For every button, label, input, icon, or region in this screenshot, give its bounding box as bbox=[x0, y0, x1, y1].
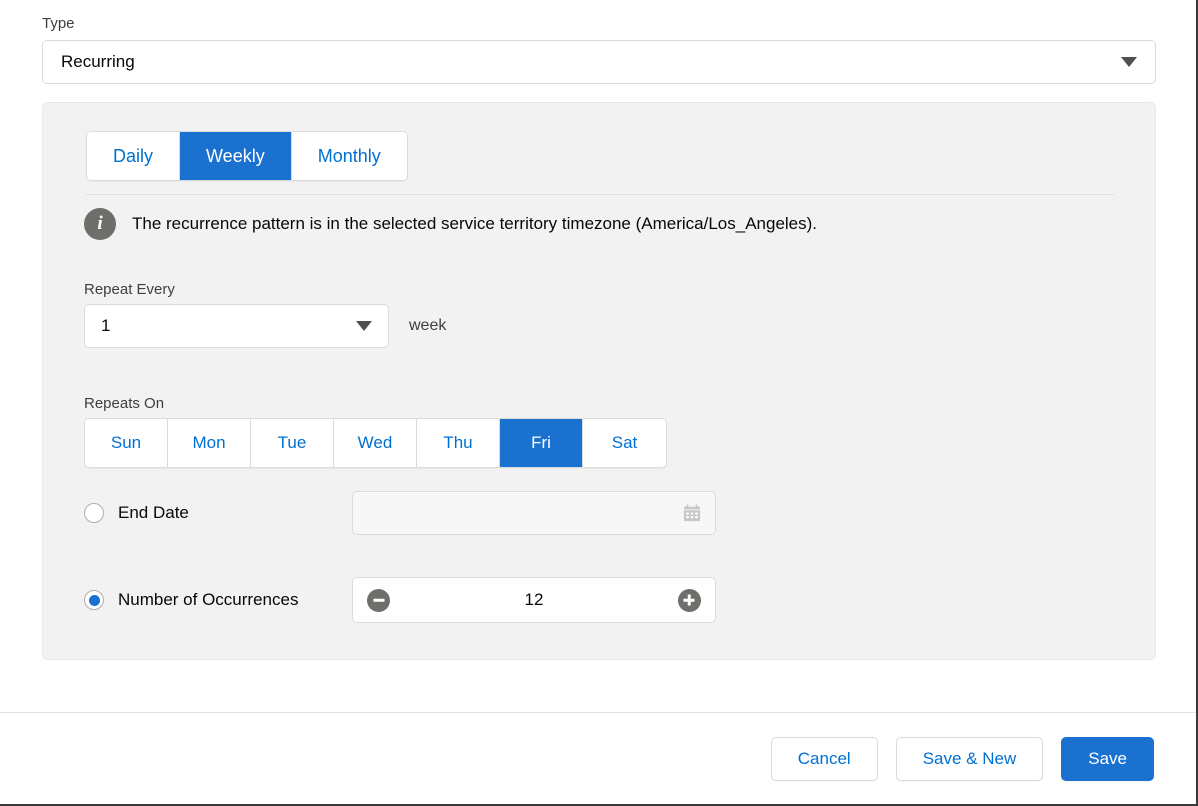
weekday-tue[interactable]: Tue bbox=[251, 419, 334, 467]
weekday-fri-label: Fri bbox=[531, 433, 551, 452]
save-and-new-button-label: Save & New bbox=[922, 748, 1017, 768]
calendar-icon bbox=[683, 504, 701, 522]
weekday-mon-label: Mon bbox=[192, 433, 226, 452]
info-icon: i bbox=[84, 208, 116, 240]
panel-divider bbox=[86, 194, 1114, 195]
repeats-on-label: Repeats On bbox=[84, 395, 165, 412]
weekday-sun-label: Sun bbox=[110, 433, 142, 452]
weekday-wed[interactable]: Wed bbox=[334, 419, 417, 467]
end-date-radio[interactable] bbox=[84, 503, 104, 523]
tab-monthly-label: Monthly bbox=[317, 145, 381, 166]
footer-actions: Cancel Save & New Save bbox=[0, 713, 1196, 804]
save-button-label: Save bbox=[1088, 748, 1127, 768]
type-label: Type bbox=[42, 15, 75, 32]
end-date-input[interactable] bbox=[352, 491, 716, 535]
occurrences-value: 12 bbox=[524, 590, 544, 609]
weekday-mon[interactable]: Mon bbox=[168, 419, 251, 467]
end-date-row: End Date bbox=[84, 491, 1114, 535]
tab-daily-label: Daily bbox=[113, 145, 154, 166]
weekday-tue-label: Tue bbox=[277, 433, 307, 452]
tab-daily[interactable]: Daily bbox=[87, 132, 181, 180]
weekday-thu[interactable]: Thu bbox=[417, 419, 500, 467]
repeat-every-group: Repeat Every 1 week bbox=[84, 281, 446, 348]
recurrence-settings-screen: Type Recurring Daily Weekly Monthly i Th… bbox=[0, 0, 1198, 806]
weekday-sat-label: Sat bbox=[611, 433, 638, 452]
weekday-toggle-group: Sun Mon Tue Wed Thu Fri Sat bbox=[84, 418, 667, 468]
save-and-new-button[interactable]: Save & New bbox=[895, 736, 1044, 781]
recurrence-panel: Daily Weekly Monthly i The recurrence pa… bbox=[42, 102, 1156, 660]
end-date-label: End Date bbox=[118, 503, 189, 522]
frequency-tab-group: Daily Weekly Monthly bbox=[86, 131, 408, 181]
occurrences-radio[interactable] bbox=[84, 590, 104, 610]
repeat-every-select[interactable]: 1 bbox=[84, 304, 389, 348]
repeats-on-group: Repeats On Sun Mon Tue Wed Thu Fri Sat bbox=[84, 395, 667, 468]
tab-weekly-label: Weekly bbox=[206, 145, 265, 166]
weekday-sat[interactable]: Sat bbox=[583, 419, 666, 467]
repeat-every-unit: week bbox=[409, 317, 447, 334]
repeat-every-label: Repeat Every bbox=[84, 281, 175, 298]
occurrences-label: Number of Occurrences bbox=[118, 590, 299, 609]
repeat-every-row: 1 week bbox=[84, 304, 446, 348]
chevron-down-icon bbox=[356, 321, 372, 331]
weekday-fri[interactable]: Fri bbox=[500, 419, 583, 467]
timezone-info-text: The recurrence pattern is in the selecte… bbox=[132, 214, 818, 233]
tab-weekly[interactable]: Weekly bbox=[180, 132, 292, 180]
cancel-button[interactable]: Cancel bbox=[770, 736, 878, 781]
type-field-group: Type Recurring bbox=[42, 14, 1156, 84]
occurrences-row: Number of Occurrences 12 bbox=[84, 577, 1114, 623]
weekday-wed-label: Wed bbox=[357, 433, 393, 452]
repeat-every-value: 1 bbox=[101, 316, 111, 335]
plus-circle-icon[interactable] bbox=[677, 588, 701, 612]
type-select[interactable]: Recurring bbox=[42, 40, 1156, 84]
occurrences-stepper: 12 bbox=[352, 577, 716, 623]
save-button[interactable]: Save bbox=[1061, 736, 1154, 781]
tab-monthly[interactable]: Monthly bbox=[291, 132, 407, 180]
minus-circle-icon[interactable] bbox=[367, 588, 390, 612]
chevron-down-icon bbox=[1121, 57, 1137, 67]
type-selected-value: Recurring bbox=[61, 52, 135, 71]
weekday-sun[interactable]: Sun bbox=[85, 419, 168, 467]
weekday-thu-label: Thu bbox=[443, 433, 473, 452]
timezone-info-banner: i The recurrence pattern is in the selec… bbox=[84, 208, 817, 240]
cancel-button-label: Cancel bbox=[797, 748, 851, 768]
